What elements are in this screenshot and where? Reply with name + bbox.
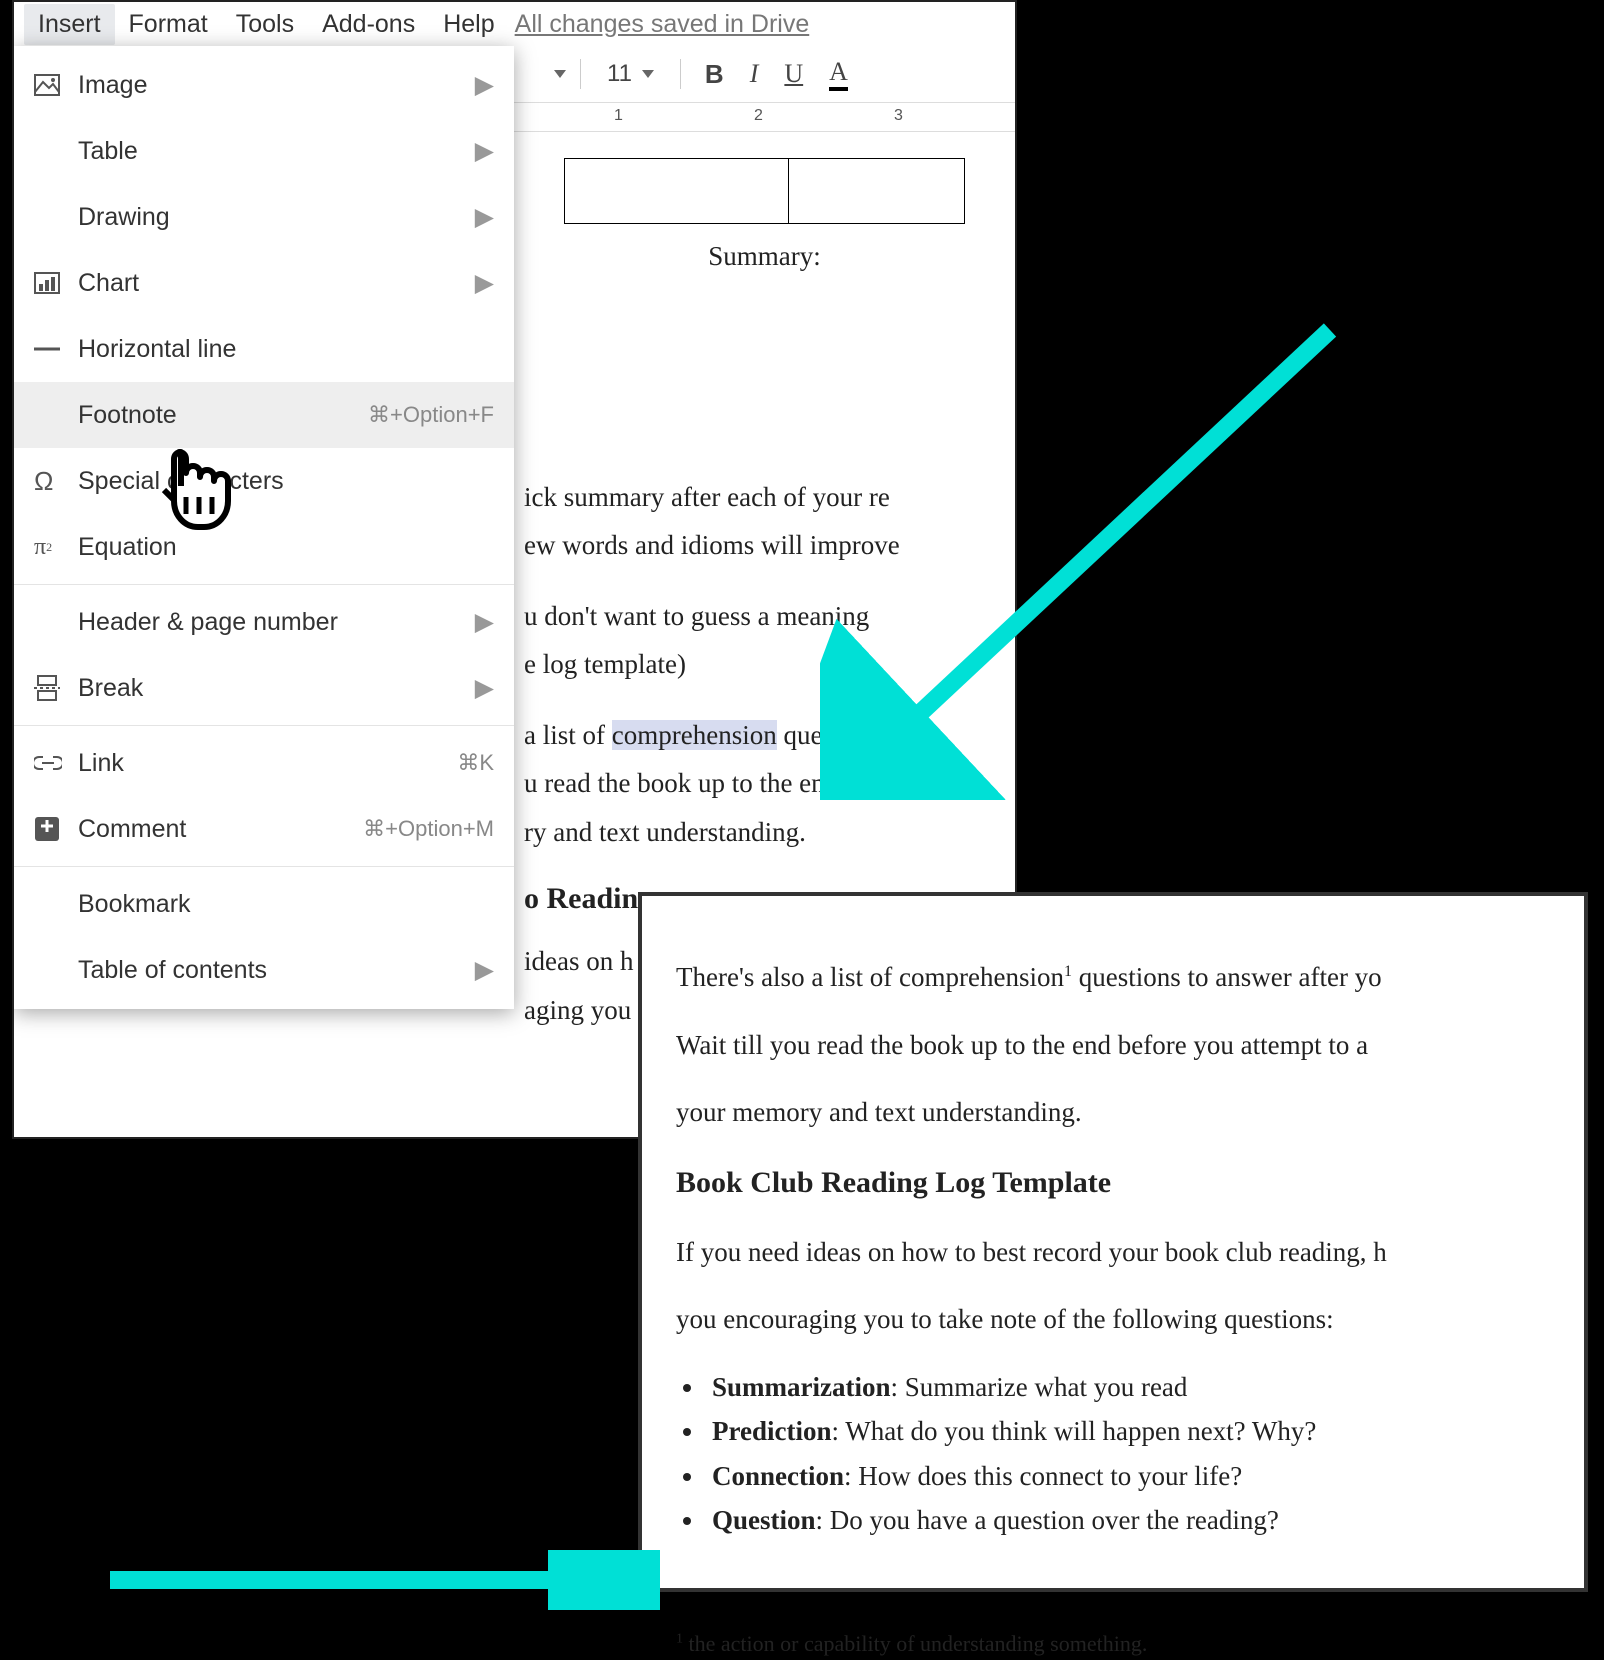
- comment-icon: [34, 816, 78, 842]
- highlighted-word[interactable]: comprehension: [612, 720, 777, 750]
- menu-insert[interactable]: Insert: [24, 4, 115, 45]
- summary-label: Summary:: [524, 236, 1005, 277]
- list-item: Connection: How does this connect to you…: [706, 1456, 1550, 1497]
- paragraph: your memory and text understanding.: [676, 1092, 1550, 1133]
- annotation-arrow: [100, 1550, 660, 1610]
- horizontal-line-icon: [34, 345, 78, 353]
- menu-item-table-of-contents[interactable]: Table of contents▶: [14, 937, 514, 1003]
- paragraph: you encouraging you to take note of the …: [676, 1299, 1550, 1340]
- footnote-separator: [676, 1621, 1076, 1623]
- dropdown-caret-icon: [642, 70, 654, 78]
- menu-item-image[interactable]: Image ▶: [14, 52, 514, 118]
- menu-separator: [14, 584, 514, 585]
- bold-button[interactable]: B: [705, 59, 724, 90]
- text-color-button[interactable]: A: [829, 57, 848, 91]
- paragraph: Wait till you read the book up to the en…: [676, 1025, 1550, 1066]
- submenu-arrow-icon: ▶: [475, 268, 494, 298]
- menu-separator: [14, 866, 514, 867]
- submenu-arrow-icon: ▶: [475, 955, 494, 985]
- menu-item-drawing[interactable]: Drawing▶: [14, 184, 514, 250]
- submenu-arrow-icon: ▶: [475, 607, 494, 637]
- menu-item-comment[interactable]: Comment ⌘+Option+M: [14, 796, 514, 862]
- shortcut-label: ⌘+Option+F: [368, 402, 494, 428]
- menu-help[interactable]: Help: [429, 4, 508, 45]
- submenu-arrow-icon: ▶: [475, 202, 494, 232]
- ruler-mark: 3: [894, 107, 903, 125]
- ruler-mark: 2: [754, 107, 763, 125]
- image-icon: [34, 74, 78, 96]
- font-size-control[interactable]: 11: [607, 60, 654, 88]
- submenu-arrow-icon: ▶: [475, 70, 494, 100]
- dropdown-caret-icon[interactable]: [554, 70, 566, 78]
- menu-separator: [14, 725, 514, 726]
- bullet-list: Summarization: Summarize what you read P…: [706, 1367, 1550, 1541]
- menu-item-equation[interactable]: π2 Equation: [14, 514, 514, 580]
- font-size-value: 11: [607, 60, 632, 88]
- list-item: Prediction: What do you think will happe…: [706, 1411, 1550, 1452]
- menu-item-break[interactable]: Break▶: [14, 655, 514, 721]
- italic-button[interactable]: I: [750, 59, 759, 89]
- menu-item-table[interactable]: Table▶: [14, 118, 514, 184]
- menu-item-bookmark[interactable]: Bookmark: [14, 871, 514, 937]
- result-document: There's also a list of comprehension1 qu…: [638, 892, 1588, 1592]
- paragraph: There's also a list of comprehension1 qu…: [676, 957, 1550, 998]
- shortcut-label: ⌘+Option+M: [363, 816, 494, 842]
- menu-tools[interactable]: Tools: [222, 4, 308, 45]
- link-icon: [34, 755, 78, 771]
- menu-item-link[interactable]: Link ⌘K: [14, 730, 514, 796]
- submenu-arrow-icon: ▶: [475, 673, 494, 703]
- menu-item-header-page-number[interactable]: Header & page number▶: [14, 589, 514, 655]
- menu-format[interactable]: Format: [115, 4, 222, 45]
- pointer-cursor-icon: [149, 442, 239, 542]
- page-break-icon: [34, 675, 78, 701]
- shortcut-label: ⌘K: [457, 750, 494, 776]
- pi-icon: π2: [34, 534, 78, 561]
- ruler-mark: 1: [614, 107, 623, 125]
- chart-icon: [34, 272, 78, 294]
- list-item: Question: Do you have a question over th…: [706, 1500, 1550, 1541]
- paragraph: If you need ideas on how to best record …: [676, 1232, 1550, 1273]
- menu-item-footnote[interactable]: Footnote ⌘+Option+F: [14, 382, 514, 448]
- menu-bar: Insert Format Tools Add-ons Help All cha…: [14, 2, 1015, 46]
- menu-item-chart[interactable]: Chart▶: [14, 250, 514, 316]
- menu-item-special-characters[interactable]: Ω Special characters: [14, 448, 514, 514]
- insert-dropdown: Image ▶ Table▶ Drawing▶ Chart▶ Horizonta…: [14, 46, 514, 1009]
- table-cell[interactable]: [564, 158, 965, 224]
- list-item: Summarization: Summarize what you read: [706, 1367, 1550, 1408]
- omega-icon: Ω: [34, 466, 78, 497]
- menu-addons[interactable]: Add-ons: [308, 4, 429, 45]
- footnote-text: 1 the action or capability of understand…: [676, 1627, 1550, 1660]
- footnote-ref[interactable]: 1: [1064, 963, 1072, 980]
- heading: Book Club Reading Log Template: [676, 1160, 1550, 1205]
- submenu-arrow-icon: ▶: [475, 136, 494, 166]
- menu-item-horizontal-line[interactable]: Horizontal line: [14, 316, 514, 382]
- underline-button[interactable]: U: [784, 59, 803, 89]
- save-status: All changes saved in Drive: [515, 10, 810, 39]
